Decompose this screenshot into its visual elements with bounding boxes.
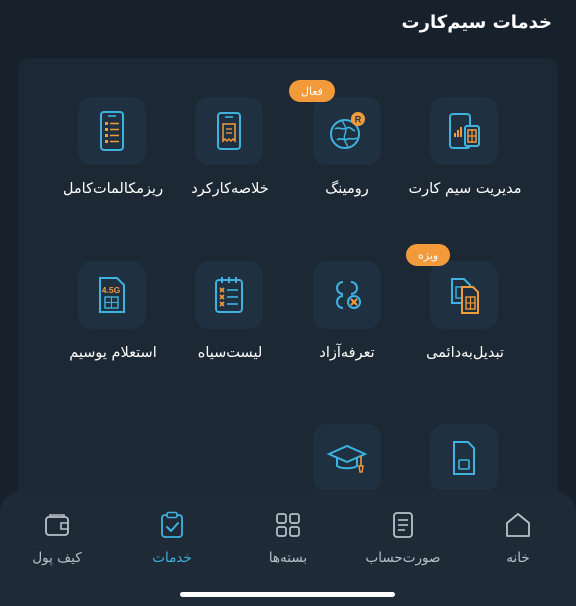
- grid-icon: [276, 513, 300, 537]
- nav-services[interactable]: خدمات: [122, 510, 222, 574]
- convert-permanent-tile[interactable]: [430, 261, 498, 329]
- sim-management-tile[interactable]: [430, 97, 498, 165]
- usim-4-5g-icon: 4.5G: [99, 277, 125, 313]
- nav-bill[interactable]: صورت‌حساب: [353, 510, 453, 574]
- call-list-phone-icon: [100, 111, 124, 151]
- call-details-label: ریزمکالمات‌کامل: [62, 181, 164, 197]
- bottom-navigation: خانه صورت‌حساب بسته‌ها خدمات: [0, 490, 576, 606]
- nav-bill-label: صورت‌حساب: [365, 550, 441, 566]
- active-badge: فعال: [289, 80, 335, 102]
- header: خدمات سیم‌کارت: [0, 0, 576, 50]
- nav-wallet-label: کیف پول: [32, 550, 82, 566]
- sim-management-icon: [449, 113, 480, 149]
- home-indicator[interactable]: [180, 592, 395, 597]
- tariff-shapes-icon: [336, 281, 361, 309]
- nav-packages[interactable]: بسته‌ها: [238, 510, 338, 574]
- sim-card-icon: [453, 441, 475, 475]
- checklist-icon: [215, 277, 243, 313]
- home-icon: [506, 513, 530, 537]
- nav-home[interactable]: خانه: [468, 510, 568, 574]
- usage-summary-tile[interactable]: [195, 97, 263, 165]
- nav-wallet[interactable]: کیف پول: [7, 510, 107, 574]
- usim-inquiry-tile[interactable]: 4.5G: [78, 261, 146, 329]
- roaming-tile[interactable]: R: [313, 97, 381, 165]
- sim-4-5g-text: 4.5G: [102, 285, 121, 295]
- nav-home-label: خانه: [506, 550, 530, 566]
- wallet-icon: [45, 514, 69, 536]
- free-tariff-tile[interactable]: [313, 261, 381, 329]
- blacklist-tile[interactable]: [195, 261, 263, 329]
- svg-text:R: R: [355, 115, 362, 125]
- special-badge: ویژه: [406, 244, 451, 266]
- nav-services-label: خدمات: [152, 550, 192, 566]
- bill-icon: [393, 512, 413, 538]
- usim-inquiry-label: استعلام یوسیم: [69, 345, 157, 361]
- clipboard-check-icon: [161, 511, 183, 538]
- graduation-cap-icon: [326, 444, 368, 473]
- sim-stack-icon: [451, 278, 479, 314]
- globe-roaming-icon: R: [330, 112, 365, 149]
- student-tile[interactable]: [313, 424, 381, 492]
- receipt-phone-icon: [217, 112, 241, 150]
- page-title: خدمات سیم‌کارت: [401, 12, 552, 33]
- nav-packages-label: بسته‌ها: [268, 550, 308, 566]
- sim-card-tile[interactable]: [430, 424, 498, 492]
- call-details-tile[interactable]: [78, 97, 146, 165]
